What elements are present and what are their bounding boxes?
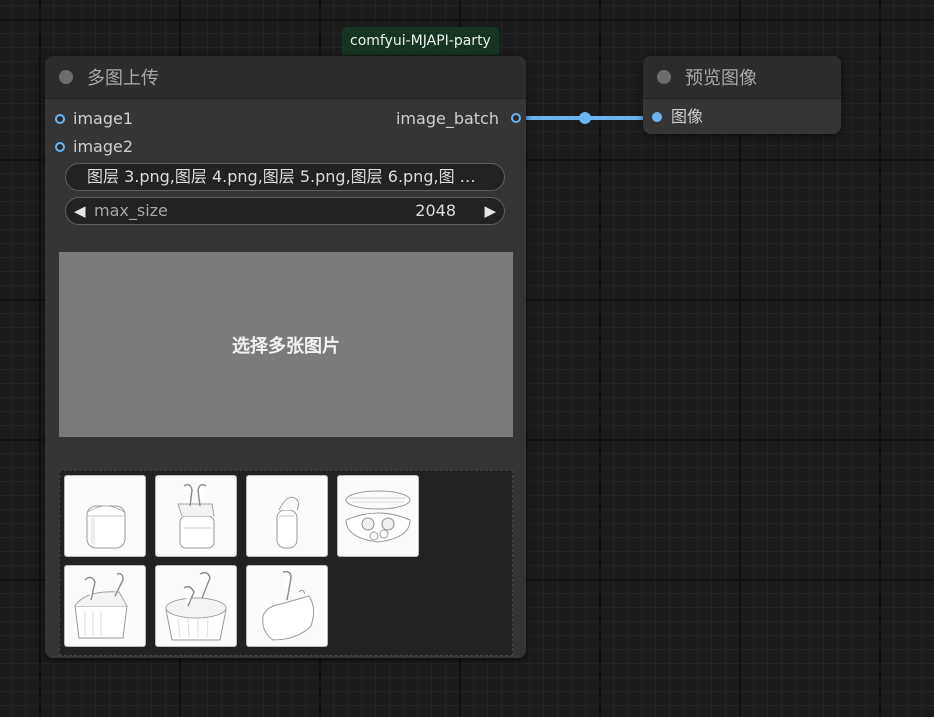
input-label: image1 [73,109,134,128]
output-label: image_batch [395,109,499,128]
max-size-widget[interactable]: ◀ max_size 2048 ▶ [65,197,505,225]
link-midpoint[interactable] [579,112,591,124]
files-combo-widget[interactable]: 图层 3.png,图层 4.png,图层 5.png,图层 6.png,图 … [65,163,505,191]
earbuds-case-open-icon [165,571,227,641]
earbuds-case-open-icon [177,483,215,549]
node-title-bar[interactable]: 多图上传 [45,56,526,99]
collapse-dot-icon[interactable] [59,70,73,84]
node-title: 预览图像 [685,68,757,89]
thumbnail[interactable] [246,475,328,557]
node-title-bar[interactable]: 预览图像 [643,56,841,99]
input-label: image2 [73,137,134,156]
preview-image-node[interactable]: 预览图像 图像 [643,56,841,134]
files-combo-value: 图层 3.png,图层 4.png,图层 5.png,图层 6.png,图 … [87,167,476,186]
image-gallery [59,470,513,656]
select-images-label: 选择多张图片 [232,335,340,357]
input-port-icon[interactable] [55,114,65,124]
collapse-dot-icon[interactable] [657,70,671,84]
max-size-value: 2048 [415,201,456,220]
input-label: 图像 [671,107,704,126]
group-title[interactable]: comfyui-MJAPI-party [342,27,499,55]
earbuds-case-small-icon [262,570,315,641]
thumbnail[interactable] [337,475,419,557]
earbuds-case-closed-icon [86,505,126,549]
thumbnail[interactable] [64,475,146,557]
input-port-icon[interactable] [55,142,65,152]
multi-image-upload-node[interactable]: 多图上传 image1 image2 image_batch 图层 3.png,… [45,56,526,658]
earbud-pod-icon [276,496,300,549]
output-port-icon[interactable] [511,113,521,123]
thumbnail[interactable] [155,475,237,557]
earbuds-case-open-angled-icon [74,572,128,639]
thumbnail[interactable] [155,565,237,647]
input-port-icon[interactable] [652,112,662,122]
thumbnail[interactable] [246,565,328,647]
earbuds-tray-icon [345,490,411,543]
decrement-arrow-icon[interactable]: ◀ [74,198,86,224]
increment-arrow-icon[interactable]: ▶ [484,198,496,224]
max-size-label: max_size [94,201,168,220]
node-title: 多图上传 [87,68,159,89]
select-images-button[interactable]: 选择多张图片 [59,252,513,437]
thumbnail[interactable] [64,565,146,647]
